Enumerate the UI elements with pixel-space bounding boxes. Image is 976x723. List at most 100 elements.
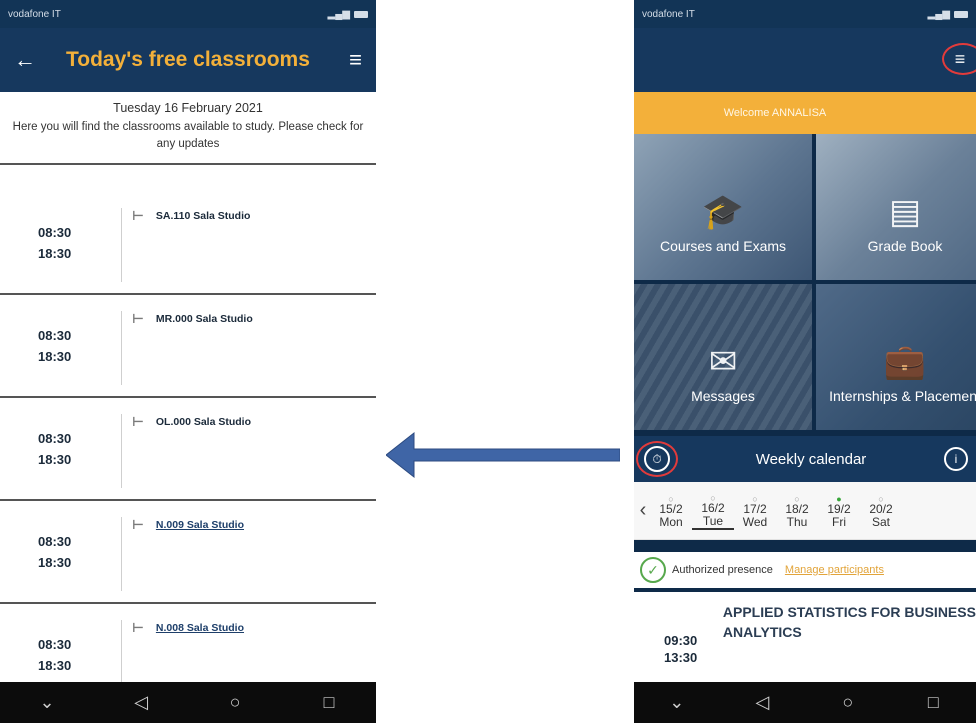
classroom-list: 08:30 18:30 ⊢ SA.110 Sala Studio 08:30 18:30 ⊢… <box>0 192 376 682</box>
day-name: Fri <box>832 514 846 529</box>
info-box: Tuesday 16 February 2021 Here you will f… <box>0 92 376 165</box>
lesson-end: 13:30 <box>664 650 698 665</box>
hamburger-menu-icon[interactable]: ≡ <box>942 43 976 75</box>
day-name: Thu <box>786 514 808 529</box>
slot-start: 08:30 <box>38 225 72 240</box>
carrier-text: vodafone IT <box>642 8 695 20</box>
carrier-text: vodafone IT <box>8 8 61 20</box>
chevron-down-icon[interactable]: ⌄ <box>657 688 697 718</box>
hamburger-menu-icon[interactable]: ≡ <box>349 47 362 73</box>
date-text: Tuesday 16 February 2021 <box>113 101 263 115</box>
status-circle-icon: ○ <box>710 492 716 503</box>
recent-apps-square-icon[interactable]: □ <box>913 688 953 718</box>
status-circle-icon: ○ <box>668 493 674 504</box>
tile-label: Messages <box>691 388 755 404</box>
briefcase-icon: 💼 <box>883 343 927 381</box>
status-icons: ▂▄▆ <box>328 9 368 20</box>
chevron-left-icon[interactable]: ‹ <box>636 499 650 522</box>
back-triangle-icon[interactable]: ◁ <box>742 688 782 718</box>
day-date: 17/2 <box>743 501 767 516</box>
slot-end: 18:30 <box>38 246 72 261</box>
room-name: SA.110 Sala Studio <box>155 210 251 222</box>
status-circle-icon: ○ <box>794 493 800 504</box>
signal-icon: ▂▄▆ <box>327 8 350 20</box>
tile-courses-and-exams[interactable]: 🎓 Courses and Exams <box>634 134 812 280</box>
tile-label: Courses and Exams <box>659 238 787 254</box>
chevron-down-icon[interactable]: ⌄ <box>27 688 67 718</box>
tile-label: Grade Book <box>867 238 943 254</box>
slot-start: 08:30 <box>38 328 72 343</box>
clock-calendar-icon: ⏱ <box>644 446 670 472</box>
tile-internships-placement[interactable]: 💼 Internships & Placement <box>816 284 976 430</box>
info-note: Here you will find the classrooms availa… <box>12 121 364 150</box>
right-phone-screen: vodafone IT ▂▄▆ ≡ Welcome ANNALISA 🎓 Cou… <box>634 0 976 723</box>
calendar-toggle-button[interactable]: ⏱ <box>636 441 678 477</box>
manage-participants-link[interactable]: Manage participants <box>785 564 884 576</box>
lesson-item[interactable]: 09:30 13:30 APPLIED STATISTICS FOR BUSIN… <box>634 592 976 682</box>
status-dot-icon: ● <box>836 493 842 504</box>
weekly-calendar-title: Weekly calendar <box>755 450 867 468</box>
day-tue[interactable]: ○ 16/2 Tue <box>692 492 734 530</box>
room-icon: ⊢ <box>132 620 144 635</box>
status-circle-icon: ○ <box>878 493 884 504</box>
arrow-left-icon <box>386 431 620 479</box>
app-header: ≡ <box>634 28 976 92</box>
android-nav-bar: ⌄ ◁ ○ □ <box>634 682 976 723</box>
room-name[interactable]: N.009 Sala Studio <box>156 519 244 531</box>
back-arrow-icon[interactable]: ← <box>14 47 56 73</box>
classroom-slot[interactable]: 08:30 18:30 ⊢ OL.000 Sala Studio <box>0 398 376 501</box>
day-sat[interactable]: ○ 20/2 Sat <box>860 493 902 529</box>
day-wed[interactable]: ○ 17/2 Wed <box>734 493 776 529</box>
home-circle-icon[interactable]: ○ <box>828 688 868 718</box>
info-icon[interactable]: i <box>944 447 968 471</box>
slot-start: 08:30 <box>38 534 72 549</box>
slot-times: 08:30 18:30 <box>0 208 122 282</box>
classroom-slot[interactable]: 08:30 18:30 ⊢ MR.000 Sala Studio <box>0 295 376 398</box>
welcome-banner: Welcome ANNALISA <box>634 92 976 134</box>
slot-times: 08:30 18:30 <box>0 620 122 682</box>
status-bar: vodafone IT ▂▄▆ <box>0 0 376 28</box>
slot-room: ⊢ OL.000 Sala Studio <box>122 414 251 499</box>
classroom-slot[interactable]: 08:30 18:30 ⊢ N.008 Sala Studio <box>0 604 376 682</box>
slot-start: 08:30 <box>38 637 72 652</box>
recent-apps-square-icon[interactable]: □ <box>309 688 349 718</box>
day-fri[interactable]: ● 19/2 Fri <box>818 493 860 529</box>
room-icon: ⊢ <box>132 414 144 429</box>
slot-room: ⊢ MR.000 Sala Studio <box>122 311 253 396</box>
day-date: 15/2 <box>659 501 683 516</box>
tile-messages[interactable]: ✉ Messages <box>634 284 812 430</box>
classroom-slot[interactable]: 08:30 18:30 ⊢ SA.110 Sala Studio <box>0 192 376 295</box>
slot-room: ⊢ SA.110 Sala Studio <box>122 208 250 293</box>
room-name[interactable]: N.008 Sala Studio <box>156 622 244 634</box>
back-triangle-icon[interactable]: ◁ <box>121 688 161 718</box>
check-circle-icon: ✓ <box>640 557 666 583</box>
classroom-slot[interactable]: 08:30 18:30 ⊢ N.009 Sala Studio <box>0 501 376 604</box>
room-name: OL.000 Sala Studio <box>155 416 252 428</box>
day-thu[interactable]: ○ 18/2 Thu <box>776 493 818 529</box>
slot-room: ⊢ N.008 Sala Studio <box>122 620 244 682</box>
day-name: Tue <box>692 514 734 530</box>
slot-end: 18:30 <box>38 452 72 467</box>
tile-label: Internships & Placement <box>829 388 976 404</box>
lesson-times: 09:30 13:30 <box>634 592 723 682</box>
home-circle-icon[interactable]: ○ <box>215 688 255 718</box>
weekly-calendar-bar: ⏱ Weekly calendar i <box>634 436 976 482</box>
lesson-title: APPLIED STATISTICS FOR BUSINESS ANALYTIC… <box>722 604 976 640</box>
day-date: 20/2 <box>869 501 893 516</box>
slot-times: 08:30 18:30 <box>0 311 122 385</box>
room-icon: ⊢ <box>132 517 144 532</box>
day-name: Mon <box>659 514 683 529</box>
status-bar: vodafone IT ▂▄▆ <box>634 0 976 28</box>
tile-grade-book[interactable]: ▤ Grade Book <box>816 134 976 280</box>
day-name: Wed <box>742 514 768 529</box>
room-name: MR.000 Sala Studio <box>155 313 253 325</box>
notebook-icon: ▤ <box>888 193 922 231</box>
day-mon[interactable]: ○ 15/2 Mon <box>650 493 692 529</box>
slot-times: 08:30 18:30 <box>0 414 122 488</box>
android-nav-bar: ⌄ ◁ ○ □ <box>0 682 376 723</box>
left-phone-screen: vodafone IT ▂▄▆ ← Today's free classroom… <box>0 0 376 723</box>
slot-start: 08:30 <box>38 431 72 446</box>
day-date: 16/2 <box>701 500 725 515</box>
menu-tiles: 🎓 Courses and Exams ▤ Grade Book ✉ Messa… <box>634 134 976 430</box>
presence-label: Authorized presence <box>672 564 773 576</box>
